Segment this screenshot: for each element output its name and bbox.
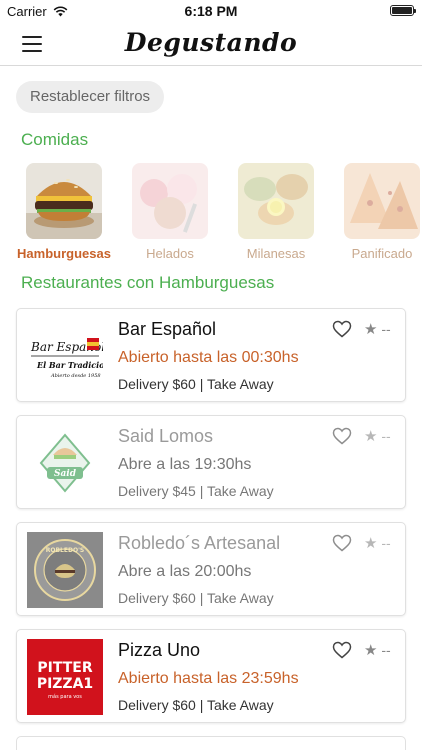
svg-text:Abierto desde 1958: Abierto desde 1958 [50,373,101,379]
restaurant-card-robledos-artesanal[interactable]: ROBLEDO'S Robledo´s Artesanal Abre a las… [16,522,406,616]
rating-value: -- [381,428,391,444]
milanesa-image [238,163,314,239]
star-icon: ★ [364,321,378,338]
status-time: 6:18 PM [184,3,238,19]
star-icon: ★ [364,642,378,659]
restaurant-delivery-info: Delivery $45 | Take Away [118,483,274,499]
restaurant-logo: PITTER PIZZA1 más para vos [27,639,103,715]
app-title: Degustando [124,28,298,57]
category-panificado[interactable]: Panificado [329,163,422,261]
status-bar: Carrier 6:18 PM [0,0,422,22]
restaurant-delivery-info: Delivery $60 | Take Away [118,590,274,606]
heart-icon[interactable] [332,641,352,659]
bread-image [344,163,420,239]
category-helados[interactable]: Helados [117,163,223,261]
rating-value: -- [381,321,391,337]
restaurant-hours: Abre a las 19:30hs [118,456,252,473]
restaurant-logo: Said [27,425,103,501]
rating: ★ -- [364,320,391,338]
restaurant-hours: Abre a las 20:00hs [118,563,252,580]
rating-value: -- [381,642,391,658]
restaurants-section-title: Restaurantes con Hamburguesas [21,273,275,292]
svg-text:PITTER: PITTER [37,660,92,676]
restaurant-name: Pizza Uno [118,640,201,660]
category-label: Milanesas [246,246,306,261]
star-icon: ★ [364,428,378,445]
svg-text:más para vos: más para vos [48,693,82,700]
restaurant-name: Robledo´s Artesanal [118,533,281,553]
category-label: Hamburguesas [17,246,111,261]
restaurant-card-bar-espanol[interactable]: Bar Español El Bar Tradicional Abierto d… [16,308,406,402]
category-hamburguesas[interactable]: Hamburguesas [11,163,117,261]
restaurant-logo: Bar Español El Bar Tradicional Abierto d… [27,318,119,394]
svg-text:El Bar Tradicional: El Bar Tradicional [36,360,103,370]
comidas-section-title: Comidas [21,130,89,149]
heart-icon[interactable] [332,320,352,338]
heart-icon[interactable] [332,534,352,552]
restaurant-card-partial[interactable] [16,736,406,750]
burger-image [26,163,102,239]
restaurant-name: Bar Español [118,319,217,339]
restaurant-name: Said Lomos [118,426,214,446]
rating-value: -- [381,535,391,551]
battery-icon [390,5,416,16]
restaurant-hours: Abierto hasta las 00:30hs [118,349,299,366]
category-label: Helados [146,246,194,261]
restaurant-card-pizza-uno[interactable]: PITTER PIZZA1 más para vos Pizza Uno Abi… [16,629,406,723]
rating: ★ -- [364,534,391,552]
category-milanesas[interactable]: Milanesas [223,163,329,261]
star-icon: ★ [364,535,378,552]
restaurant-delivery-info: Delivery $60 | Take Away [118,376,274,392]
restaurant-logo: ROBLEDO'S [27,532,103,608]
svg-text:ROBLEDO'S: ROBLEDO'S [46,547,84,554]
svg-text:Said: Said [54,469,77,479]
restaurant-delivery-info: Delivery $60 | Take Away [118,697,274,713]
svg-text:PIZZA1: PIZZA1 [37,676,93,692]
restaurant-card-said-lomos[interactable]: Said Said Lomos Abre a las 19:30hs Deliv… [16,415,406,509]
heart-icon[interactable] [332,427,352,445]
category-carousel[interactable]: Hamburguesas Helados Milanesas Panificad… [0,163,422,263]
reset-filters-button[interactable]: Restablecer filtros [16,81,165,113]
navigation-bar: Degustando [0,22,422,66]
category-label: Panificado [351,246,413,261]
rating: ★ -- [364,641,391,659]
ice-cream-image [132,163,208,239]
rating: ★ -- [364,427,391,445]
restaurant-hours: Abierto hasta las 23:59hs [118,670,299,687]
